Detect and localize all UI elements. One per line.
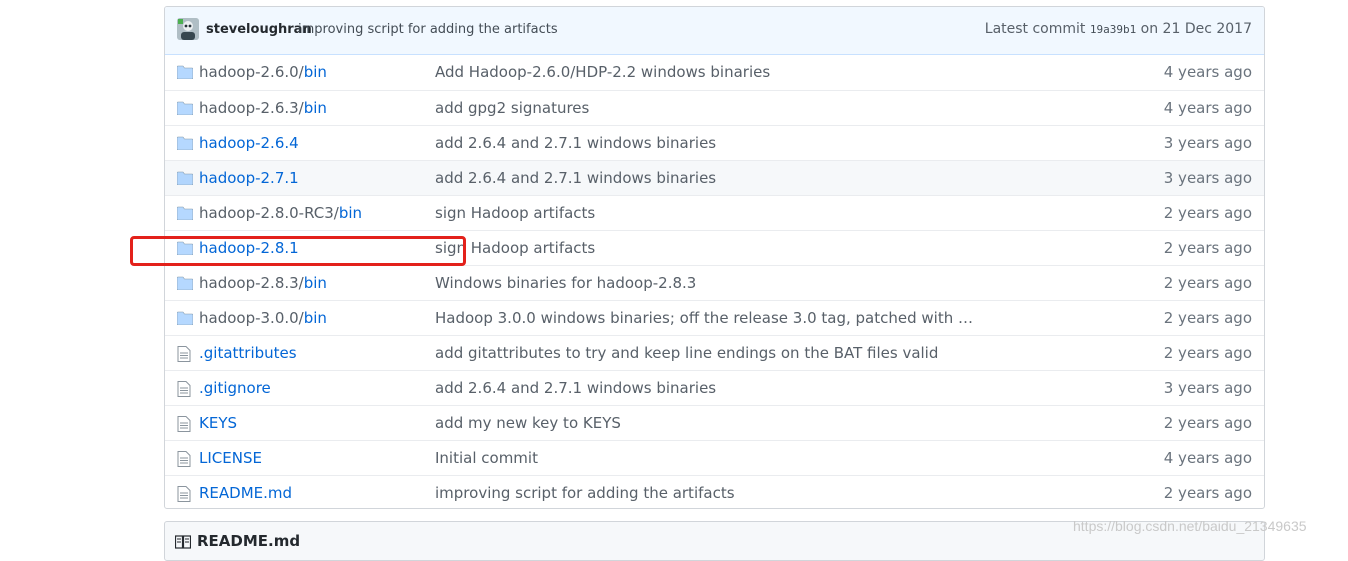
file-name-main[interactable]: hadoop-2.8.1: [199, 239, 299, 257]
file-name[interactable]: hadoop-2.8.1: [199, 239, 299, 257]
commit-message-link[interactable]: improving script for adding the artifact…: [435, 484, 735, 502]
file-name[interactable]: hadoop-3.0.0/bin: [199, 309, 327, 327]
file-icon: [177, 486, 193, 502]
author-avatar[interactable]: [177, 18, 199, 40]
file-name-main[interactable]: hadoop-2.6.0/: [199, 63, 304, 81]
commit-date: on 21 Dec 2017: [1140, 21, 1252, 37]
file-name[interactable]: README.md: [199, 484, 292, 502]
file-row: LICENSE Initial commit 4 years ago: [165, 440, 1264, 475]
file-row: README.md improving script for adding the…: [165, 475, 1264, 508]
commit-age: 2 years ago: [1163, 309, 1252, 327]
file-name-main[interactable]: hadoop-3.0.0/: [199, 309, 304, 327]
commit-age: 4 years ago: [1163, 99, 1252, 117]
file-name-main[interactable]: LICENSE: [199, 449, 262, 467]
commit-message-link[interactable]: improving script for adding the artifact…: [298, 22, 558, 37]
folder-icon: [176, 171, 194, 186]
watermark-text: https://blog.csdn.net/baidu_21349635: [1073, 518, 1307, 534]
file-name[interactable]: .gitignore: [199, 379, 271, 397]
commit-age: 2 years ago: [1163, 204, 1252, 222]
file-row: hadoop-2.8.1 sign Hadoop artifacts 2 years…: [165, 230, 1264, 265]
commit-message-link[interactable]: Initial commit: [435, 449, 538, 467]
file-name-link[interactable]: bin: [304, 274, 327, 292]
file-row: hadoop-2.6.0/bin Add Hadoop-2.6.0/HDP-2.2…: [165, 55, 1264, 90]
file-name-main[interactable]: .gitattributes: [199, 344, 297, 362]
file-name[interactable]: KEYS: [199, 414, 237, 432]
commit-sha-link[interactable]: 19a39b1: [1090, 23, 1136, 36]
file-name[interactable]: hadoop-2.8.0-RC3/bin: [199, 204, 362, 222]
file-name[interactable]: .gitattributes: [199, 344, 297, 362]
commit-message-link[interactable]: sign Hadoop artifacts: [435, 239, 595, 257]
file-name-main[interactable]: README.md: [199, 484, 292, 502]
file-name[interactable]: hadoop-2.8.3/bin: [199, 274, 327, 292]
commit-age: 3 years ago: [1163, 134, 1252, 152]
commit-age: 4 years ago: [1163, 449, 1252, 467]
commit-message-link[interactable]: add 2.6.4 and 2.7.1 windows binaries: [435, 379, 716, 397]
latest-commit-bar: steveloughran improving script for addin…: [165, 7, 1264, 55]
commit-message-link[interactable]: add gitattributes to try and keep line e…: [435, 344, 938, 362]
folder-icon: [176, 136, 194, 151]
commit-age: 2 years ago: [1163, 274, 1252, 292]
folder-icon: [176, 206, 194, 221]
file-name[interactable]: hadoop-2.6.4: [199, 134, 299, 152]
file-name-main[interactable]: KEYS: [199, 414, 237, 432]
commit-age: 2 years ago: [1163, 414, 1252, 432]
file-name-main[interactable]: hadoop-2.7.1: [199, 169, 299, 187]
commit-age: 2 years ago: [1163, 484, 1252, 502]
file-name-link[interactable]: bin: [304, 309, 327, 327]
latest-commit-info: Latest commit 19a39b1 on 21 Dec 2017: [985, 21, 1252, 37]
file-name-link[interactable]: bin: [339, 204, 362, 222]
commit-message-link[interactable]: Hadoop 3.0.0 windows binaries; off the r…: [435, 309, 973, 327]
commit-message-link[interactable]: add 2.6.4 and 2.7.1 windows binaries: [435, 134, 716, 152]
file-icon: [177, 346, 193, 362]
commit-age: 4 years ago: [1163, 63, 1252, 81]
folder-icon: [176, 276, 194, 291]
file-name[interactable]: hadoop-2.7.1: [199, 169, 299, 187]
commit-message-link[interactable]: add 2.6.4 and 2.7.1 windows binaries: [435, 169, 716, 187]
file-name-main[interactable]: .gitignore: [199, 379, 271, 397]
file-row: hadoop-3.0.0/bin Hadoop 3.0.0 windows bin…: [165, 300, 1264, 335]
commit-author-link[interactable]: steveloughran: [206, 22, 312, 37]
file-name-link[interactable]: bin: [304, 99, 327, 117]
file-name-main[interactable]: hadoop-2.6.3/: [199, 99, 304, 117]
file-name-main[interactable]: hadoop-2.6.4: [199, 134, 299, 152]
file-row: .gitignore add 2.6.4 and 2.7.1 windows bi…: [165, 370, 1264, 405]
commit-age: 2 years ago: [1163, 239, 1252, 257]
readme-title: README.md: [197, 532, 301, 550]
commit-message-link[interactable]: add gpg2 signatures: [435, 99, 589, 117]
file-name-main[interactable]: hadoop-2.8.0-RC3/: [199, 204, 339, 222]
file-row: KEYS add my new key to KEYS 2 years ago: [165, 405, 1264, 440]
file-row: hadoop-2.6.3/bin add gpg2 signatures 4 yea…: [165, 90, 1264, 125]
file-row: hadoop-2.6.4 add 2.6.4 and 2.7.1 windows …: [165, 125, 1264, 160]
folder-icon: [176, 241, 194, 256]
file-name-link[interactable]: bin: [304, 63, 327, 81]
folder-icon: [176, 311, 194, 326]
commit-age: 3 years ago: [1163, 379, 1252, 397]
file-icon: [177, 451, 193, 467]
file-row: .gitattributes add gitattributes to try a…: [165, 335, 1264, 370]
file-name[interactable]: hadoop-2.6.0/bin: [199, 63, 327, 81]
commit-age: 2 years ago: [1163, 344, 1252, 362]
file-list: hadoop-2.6.0/bin Add Hadoop-2.6.0/HDP-2.2…: [165, 55, 1264, 508]
folder-icon: [176, 101, 194, 116]
folder-icon: [176, 65, 194, 80]
file-row: hadoop-2.8.0-RC3/bin sign Hadoop artifact…: [165, 195, 1264, 230]
file-browser: steveloughran improving script for addin…: [164, 6, 1265, 509]
commit-message-link[interactable]: Windows binaries for hadoop-2.8.3: [435, 274, 696, 292]
file-icon: [177, 381, 193, 397]
file-name[interactable]: hadoop-2.6.3/bin: [199, 99, 327, 117]
file-name-main[interactable]: hadoop-2.8.3/: [199, 274, 304, 292]
file-row: hadoop-2.7.1 add 2.6.4 and 2.7.1 windows …: [165, 160, 1264, 195]
file-row: hadoop-2.8.3/bin Windows binaries for had…: [165, 265, 1264, 300]
latest-commit-label: Latest commit: [984, 21, 1086, 37]
commit-message-link[interactable]: Add Hadoop-2.6.0/HDP-2.2 windows binarie…: [435, 63, 770, 81]
commit-message-link[interactable]: sign Hadoop artifacts: [435, 204, 595, 222]
commit-message-link[interactable]: add my new key to KEYS: [435, 414, 621, 432]
commit-age: 3 years ago: [1163, 169, 1252, 187]
file-icon: [177, 416, 193, 432]
file-name[interactable]: LICENSE: [199, 449, 262, 467]
